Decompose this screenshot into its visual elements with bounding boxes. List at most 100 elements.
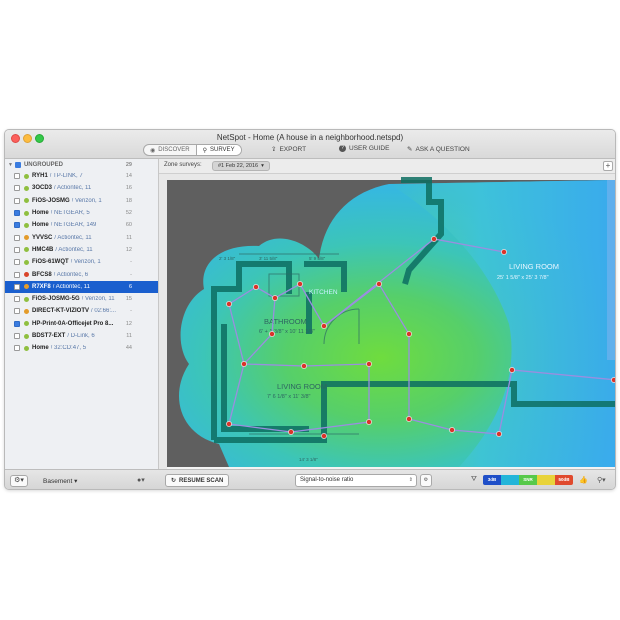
group-checkbox[interactable] xyxy=(14,161,21,168)
survey-point[interactable] xyxy=(253,284,259,290)
network-row[interactable]: BFCS8/ Actiontec, 6 - xyxy=(5,268,158,280)
network-checkbox[interactable] xyxy=(14,222,20,229)
ask-question-button[interactable]: ✎ ASK A QUESTION xyxy=(407,145,470,154)
network-checkbox[interactable] xyxy=(14,259,20,266)
network-list-sidebar: ▼ UNGROUPED 29 RYH1/ TP-LINK, 7 14 3OCD3/ … xyxy=(5,159,159,469)
survey-point[interactable] xyxy=(611,377,616,383)
export-button[interactable]: ⇪ EXPORT xyxy=(271,145,306,154)
signal-status-icon xyxy=(24,284,29,290)
network-row[interactable]: HP-Print-0A-Officejet Pro 8... 12 xyxy=(5,318,158,330)
network-checkbox[interactable] xyxy=(14,271,20,278)
visualization-options-button[interactable]: ⚙ xyxy=(420,474,432,487)
network-row[interactable]: FiOS-JOSMG-5G / Verizon, 11 15 xyxy=(5,293,158,305)
settings-menu-button[interactable]: ⚙▾ xyxy=(10,475,28,487)
network-row[interactable]: R7XF8/ Actiontec, 11 6 xyxy=(5,280,158,293)
signal-status-icon xyxy=(24,333,29,339)
title-bar: NetSpot - Home (A house in a neighborhoo… xyxy=(5,130,615,159)
discover-mode-button[interactable]: ◉ DISCOVER xyxy=(144,145,196,155)
network-checkbox[interactable] xyxy=(14,320,20,327)
network-row[interactable]: FiOS-61WQT / Verizon, 1 - xyxy=(5,256,158,268)
signal-status-icon xyxy=(24,198,29,204)
user-guide-button[interactable]: ? USER GUIDE xyxy=(339,145,389,152)
floor-selector[interactable]: Basement ▾ xyxy=(43,477,77,485)
survey-point[interactable] xyxy=(406,416,412,422)
heatmap-floorplan[interactable]: BATHROOM 6' + 1 3/8" x 10' 11 1/8" LIVIN… xyxy=(159,174,616,469)
speech-icon: ✎ xyxy=(407,146,413,153)
room-name-bathroom: BATHROOM xyxy=(264,317,307,326)
visualization-select[interactable]: Signal-to-noise ratio ⇕ xyxy=(295,474,417,487)
survey-mode-button[interactable]: ⚲ SURVEY xyxy=(195,145,241,155)
disclosure-triangle-icon[interactable]: ▼ xyxy=(8,162,13,168)
location-pin-icon: ⚲ xyxy=(202,147,207,154)
network-checkbox[interactable] xyxy=(14,333,20,339)
add-zone-button[interactable]: + xyxy=(603,161,613,171)
network-row[interactable]: 3OCD3/ Actiontec, 11 16 xyxy=(5,182,158,194)
network-checkbox[interactable] xyxy=(14,246,20,253)
zone-survey-bar: Zone surveys: #1 Feb 22, 2016 ▾ + xyxy=(159,159,615,174)
network-row[interactable]: Home / NETGEAR, 149 60 xyxy=(5,219,158,231)
network-row[interactable]: HMC4B / Actiontec, 11 12 xyxy=(5,244,158,256)
survey-point[interactable] xyxy=(449,427,455,433)
network-checkbox[interactable] xyxy=(14,308,20,315)
survey-point[interactable] xyxy=(509,367,515,373)
network-row[interactable]: BDST7-EXT / D-Link, 6 11 xyxy=(5,330,158,342)
signal-status-icon xyxy=(24,247,29,253)
resume-scan-button[interactable]: ↻ RESUME SCAN xyxy=(165,474,230,487)
survey-point[interactable] xyxy=(226,421,232,427)
network-row[interactable]: FiOS-JOSMG / Verizon, 1 18 xyxy=(5,195,158,207)
survey-point[interactable] xyxy=(406,331,412,337)
survey-point[interactable] xyxy=(321,323,327,329)
network-ssid: BFCS8 xyxy=(32,271,52,278)
signal-status-icon xyxy=(24,272,29,278)
group-header-ungrouped[interactable]: ▼ UNGROUPED 29 xyxy=(5,159,158,170)
network-checkbox[interactable] xyxy=(14,234,20,241)
network-ssid: Home xyxy=(32,210,49,217)
survey-point[interactable] xyxy=(366,419,372,425)
thumbs-icon[interactable]: 👍 xyxy=(579,476,588,484)
resume-scan-label: RESUME SCAN xyxy=(179,477,224,484)
survey-point[interactable] xyxy=(288,429,294,435)
legend-segment xyxy=(501,475,519,485)
survey-point[interactable] xyxy=(496,431,502,437)
survey-point[interactable] xyxy=(241,361,247,367)
zone-survey-selector[interactable]: #1 Feb 22, 2016 ▾ xyxy=(212,161,270,171)
room-dims-living-large: 25' 1 5/8" x 25' 3 7/8" xyxy=(497,275,549,281)
survey-point[interactable] xyxy=(297,281,303,287)
survey-point[interactable] xyxy=(272,295,278,301)
top-ruler xyxy=(159,174,615,180)
network-vendor: / 32:CD:47, 5 xyxy=(50,345,87,352)
network-row[interactable]: Home/ 32:CD:47, 5 44 xyxy=(5,342,158,354)
network-checkbox[interactable] xyxy=(14,210,20,217)
survey-point[interactable] xyxy=(301,363,307,369)
survey-point[interactable] xyxy=(321,433,327,439)
network-row[interactable]: YVVSC / Actiontec, 11 11 xyxy=(5,231,158,243)
survey-map[interactable]: BATHROOM 6' + 1 3/8" x 10' 11 1/8" LIVIN… xyxy=(159,174,616,469)
network-ssid: FiOS-61WQT xyxy=(32,259,69,266)
room-name-living-large: LIVING ROOM xyxy=(509,262,559,271)
scrollbar-vertical[interactable] xyxy=(607,180,615,360)
network-row[interactable]: Home / NETGEAR, 5 52 xyxy=(5,207,158,219)
survey-point[interactable] xyxy=(376,281,382,287)
survey-point[interactable] xyxy=(366,361,372,367)
survey-point[interactable] xyxy=(431,236,437,242)
network-row[interactable]: RYH1/ TP-LINK, 7 14 xyxy=(5,170,158,182)
network-vendor: / Actiontec, 11 xyxy=(54,185,92,192)
network-count: 12 xyxy=(125,246,132,253)
pin-menu-icon[interactable]: ⚲▾ xyxy=(597,476,606,484)
network-checkbox[interactable] xyxy=(14,345,20,352)
survey-point[interactable] xyxy=(226,301,232,307)
filter-icon[interactable]: ⛛ xyxy=(471,476,477,484)
network-row[interactable]: DIRECT-KT-VIZIOTV/ 02:66:... - xyxy=(5,305,158,317)
network-checkbox[interactable] xyxy=(14,173,20,180)
survey-point[interactable] xyxy=(501,249,507,255)
network-checkbox[interactable] xyxy=(14,185,20,192)
network-checkbox[interactable] xyxy=(14,283,20,290)
network-count: - xyxy=(130,259,132,266)
network-ssid: FiOS-JOSMG-5G xyxy=(32,296,80,303)
floor-options-icon[interactable]: ●▾ xyxy=(137,476,145,484)
network-checkbox[interactable] xyxy=(14,296,20,303)
signal-status-icon xyxy=(24,259,29,265)
survey-point[interactable] xyxy=(269,331,275,337)
network-checkbox[interactable] xyxy=(14,197,20,204)
visualization-value: Signal-to-noise ratio xyxy=(300,477,354,483)
